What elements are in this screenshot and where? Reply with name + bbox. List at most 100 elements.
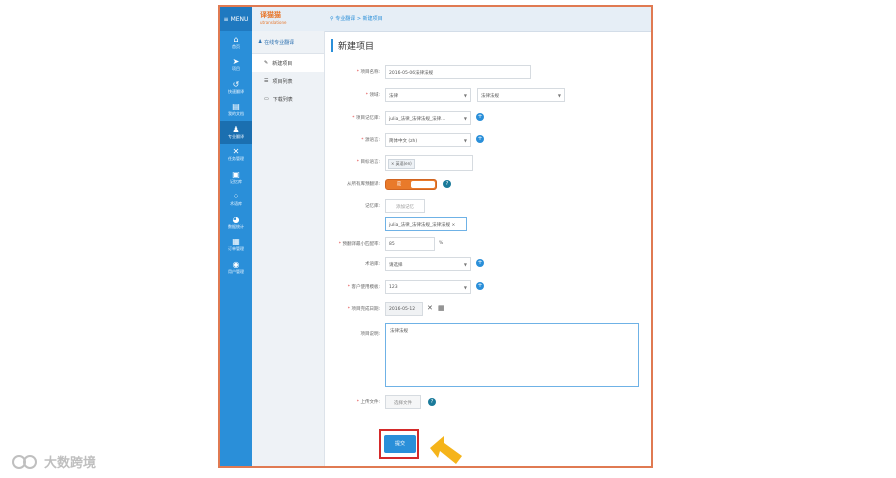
termbase-row: 术语库: 请选择 ▼ +: [325, 257, 651, 273]
project-memory-label: * 项目记忆库:: [352, 116, 380, 121]
sidebar-item-orders[interactable]: ▦ 订单管理: [220, 234, 252, 257]
watermark-text: 大数跨境: [44, 456, 97, 471]
location-pin-icon: ⚲: [330, 16, 334, 22]
project-memory-select[interactable]: julia_法律_法律法规_法律... ▼: [385, 111, 471, 125]
logo-text: 译猫猫: [260, 11, 281, 19]
subnav-title-text: 在线专业翻译: [264, 39, 295, 46]
sidebar-item-label: 术语库: [230, 201, 242, 207]
download-icon: ▭: [264, 96, 269, 102]
sidebar-item-memory[interactable]: ▣ 记忆库: [220, 166, 252, 189]
app-window: ≡ MENU ⌂ 首页 ➤ 项目 ↺ 快速翻译 ▤ 我的文档 ♟ 专业翻译 ✕ …: [218, 5, 653, 468]
page-title: 新建项目: [331, 39, 374, 52]
submit-button[interactable]: 提交: [384, 435, 416, 453]
source-language-row: * 源语言: 简体中文 (zh) ▼ +: [325, 133, 651, 149]
sidebar-item-users[interactable]: ◉ 用户管理: [220, 256, 252, 279]
header: 译猫猫 utranslatione ⚲ 专业翻译 > 新建项目: [252, 7, 651, 32]
users-icon: ♟: [232, 124, 240, 134]
sub-navigation: ♟ 在线专业翻译 ✎ 新建项目 ☰ 项目列表 ▭ 下载列表: [252, 31, 325, 466]
chip-icon: ▣: [232, 169, 240, 179]
chevron-down-icon: ▼: [463, 138, 467, 143]
add-source-language-icon[interactable]: +: [476, 135, 484, 143]
target-language-tag[interactable]: × 英语(en): [388, 159, 415, 169]
toggle-on-label: 是: [396, 182, 402, 187]
subnav-item-download-list[interactable]: ▭ 下载列表: [252, 90, 324, 108]
watermark-logo-icon: [12, 454, 37, 469]
sidebar-item-label: 专业翻译: [228, 133, 244, 139]
clear-date-icon[interactable]: ✕: [427, 304, 433, 312]
watermark: 大数跨境: [12, 452, 96, 471]
sidebar-item-label: 我的文档: [228, 111, 244, 117]
document-icon: ▤: [232, 102, 240, 112]
deadline-label: * 项目完成日期:: [347, 307, 380, 312]
sidebar-item-quick-translate[interactable]: ↺ 快速翻译: [220, 76, 252, 99]
match-rate-input[interactable]: 85: [385, 237, 435, 251]
chevron-down-icon: ▼: [463, 285, 467, 290]
logo: 译猫猫 utranslatione: [260, 10, 318, 28]
subnav-title: ♟ 在线专业翻译: [252, 31, 324, 54]
domain-row: * 领域: 法律 ▼ 法律法规 ▼: [325, 88, 651, 104]
domain-select[interactable]: 法律 ▼: [385, 88, 471, 102]
sidebar-item-terms[interactable]: ⁘ 术语库: [220, 189, 252, 212]
source-language-select[interactable]: 简体中文 (zh) ▼: [385, 133, 471, 147]
subnav-item-label: 新建项目: [272, 60, 293, 67]
subnav-item-new-project[interactable]: ✎ 新建项目: [252, 54, 324, 72]
toggle-knob: [411, 181, 435, 188]
logo-subtext: utranslatione: [260, 20, 287, 25]
termbase-select[interactable]: 请选择 ▼: [385, 257, 471, 271]
calendar-icon[interactable]: ▦: [438, 304, 445, 312]
subnav-item-project-list[interactable]: ☰ 项目列表: [252, 72, 324, 90]
chevron-down-icon: ▼: [463, 93, 467, 98]
chevron-down-icon: ▼: [463, 116, 467, 121]
upload-row: * 上传文件: 选择文件 ?: [325, 395, 651, 411]
add-client-template-icon[interactable]: +: [476, 282, 484, 290]
pie-icon: ◕: [232, 214, 240, 224]
target-language-label: * 目标语言:: [356, 160, 380, 165]
history-icon: ↺: [232, 79, 240, 89]
home-icon: ⌂: [233, 34, 239, 44]
deadline-input[interactable]: 2016-05-12: [385, 302, 423, 316]
add-termbase-icon[interactable]: +: [476, 259, 484, 267]
sidebar-item-project[interactable]: ➤ 项目: [220, 54, 252, 77]
choose-file-button[interactable]: 选择文件: [385, 395, 421, 409]
sidebar-item-label: 订单管理: [228, 246, 244, 252]
sidebar-item-tasks[interactable]: ✕ 任务管理: [220, 144, 252, 167]
breadcrumb-text: 专业翻译 > 新建项目: [335, 16, 383, 22]
help-icon[interactable]: ?: [428, 398, 436, 406]
description-textarea[interactable]: 法律法规: [385, 323, 639, 387]
deadline-row: * 项目完成日期: 2016-05-12 ✕ ▦: [325, 302, 651, 318]
client-template-select[interactable]: 123 ▼: [385, 280, 471, 294]
sidebar-item-label: 数据统计: [228, 223, 244, 229]
subnav-item-label: 下载列表: [272, 96, 293, 103]
pointer-arrow-icon: [430, 436, 462, 464]
pretranslate-label: 从所有库预翻译:: [346, 182, 380, 187]
description-label: 项目说明:: [360, 332, 380, 337]
client-template-label: * 客户使用模板:: [347, 285, 380, 290]
match-rate-label: * 预翻译最小匹配率:: [338, 242, 380, 247]
upload-label: * 上传文件:: [356, 400, 380, 405]
source-language-label: * 源语言:: [361, 138, 380, 143]
sidebar-item-label: 首页: [232, 43, 240, 49]
sidebar-item-home[interactable]: ⌂ 首页: [220, 31, 252, 54]
sidebar-item-label: 记忆库: [230, 178, 242, 184]
sidebar-item-stats[interactable]: ◕ 数据统计: [220, 211, 252, 234]
subdomain-select[interactable]: 法律法规 ▼: [477, 88, 565, 102]
project-memory-row: * 项目记忆库: julia_法律_法律法规_法律... ▼ +: [325, 111, 651, 127]
menu-toggle[interactable]: ≡ MENU: [220, 7, 252, 31]
breadcrumb: ⚲ 专业翻译 > 新建项目: [330, 15, 383, 22]
add-memlib-button[interactable]: 添加记忆: [385, 199, 425, 213]
pretranslate-toggle[interactable]: 是: [385, 179, 437, 190]
help-icon[interactable]: ?: [443, 180, 451, 188]
sidebar-item-pro-translate[interactable]: ♟ 专业翻译: [220, 121, 252, 144]
memlib-tag-row: julia_法律_法律法规_法律法规 ×: [325, 217, 651, 233]
clipboard-icon: ▦: [232, 237, 240, 247]
sidebar-item-documents[interactable]: ▤ 我的文档: [220, 99, 252, 122]
memlib-tag[interactable]: julia_法律_法律法规_法律法规 ×: [385, 217, 467, 231]
sidebar-item-label: 任务管理: [228, 156, 244, 162]
menu-label: MENU: [230, 15, 249, 23]
sidebar-item-label: 项目: [232, 66, 240, 72]
project-name-label: * 项目名称:: [356, 70, 380, 75]
project-name-input[interactable]: 2016-05-06法律法规: [385, 65, 531, 79]
chevron-down-icon: ▼: [463, 262, 467, 267]
add-memory-icon[interactable]: +: [476, 113, 484, 121]
target-language-select[interactable]: × 英语(en): [385, 155, 473, 171]
